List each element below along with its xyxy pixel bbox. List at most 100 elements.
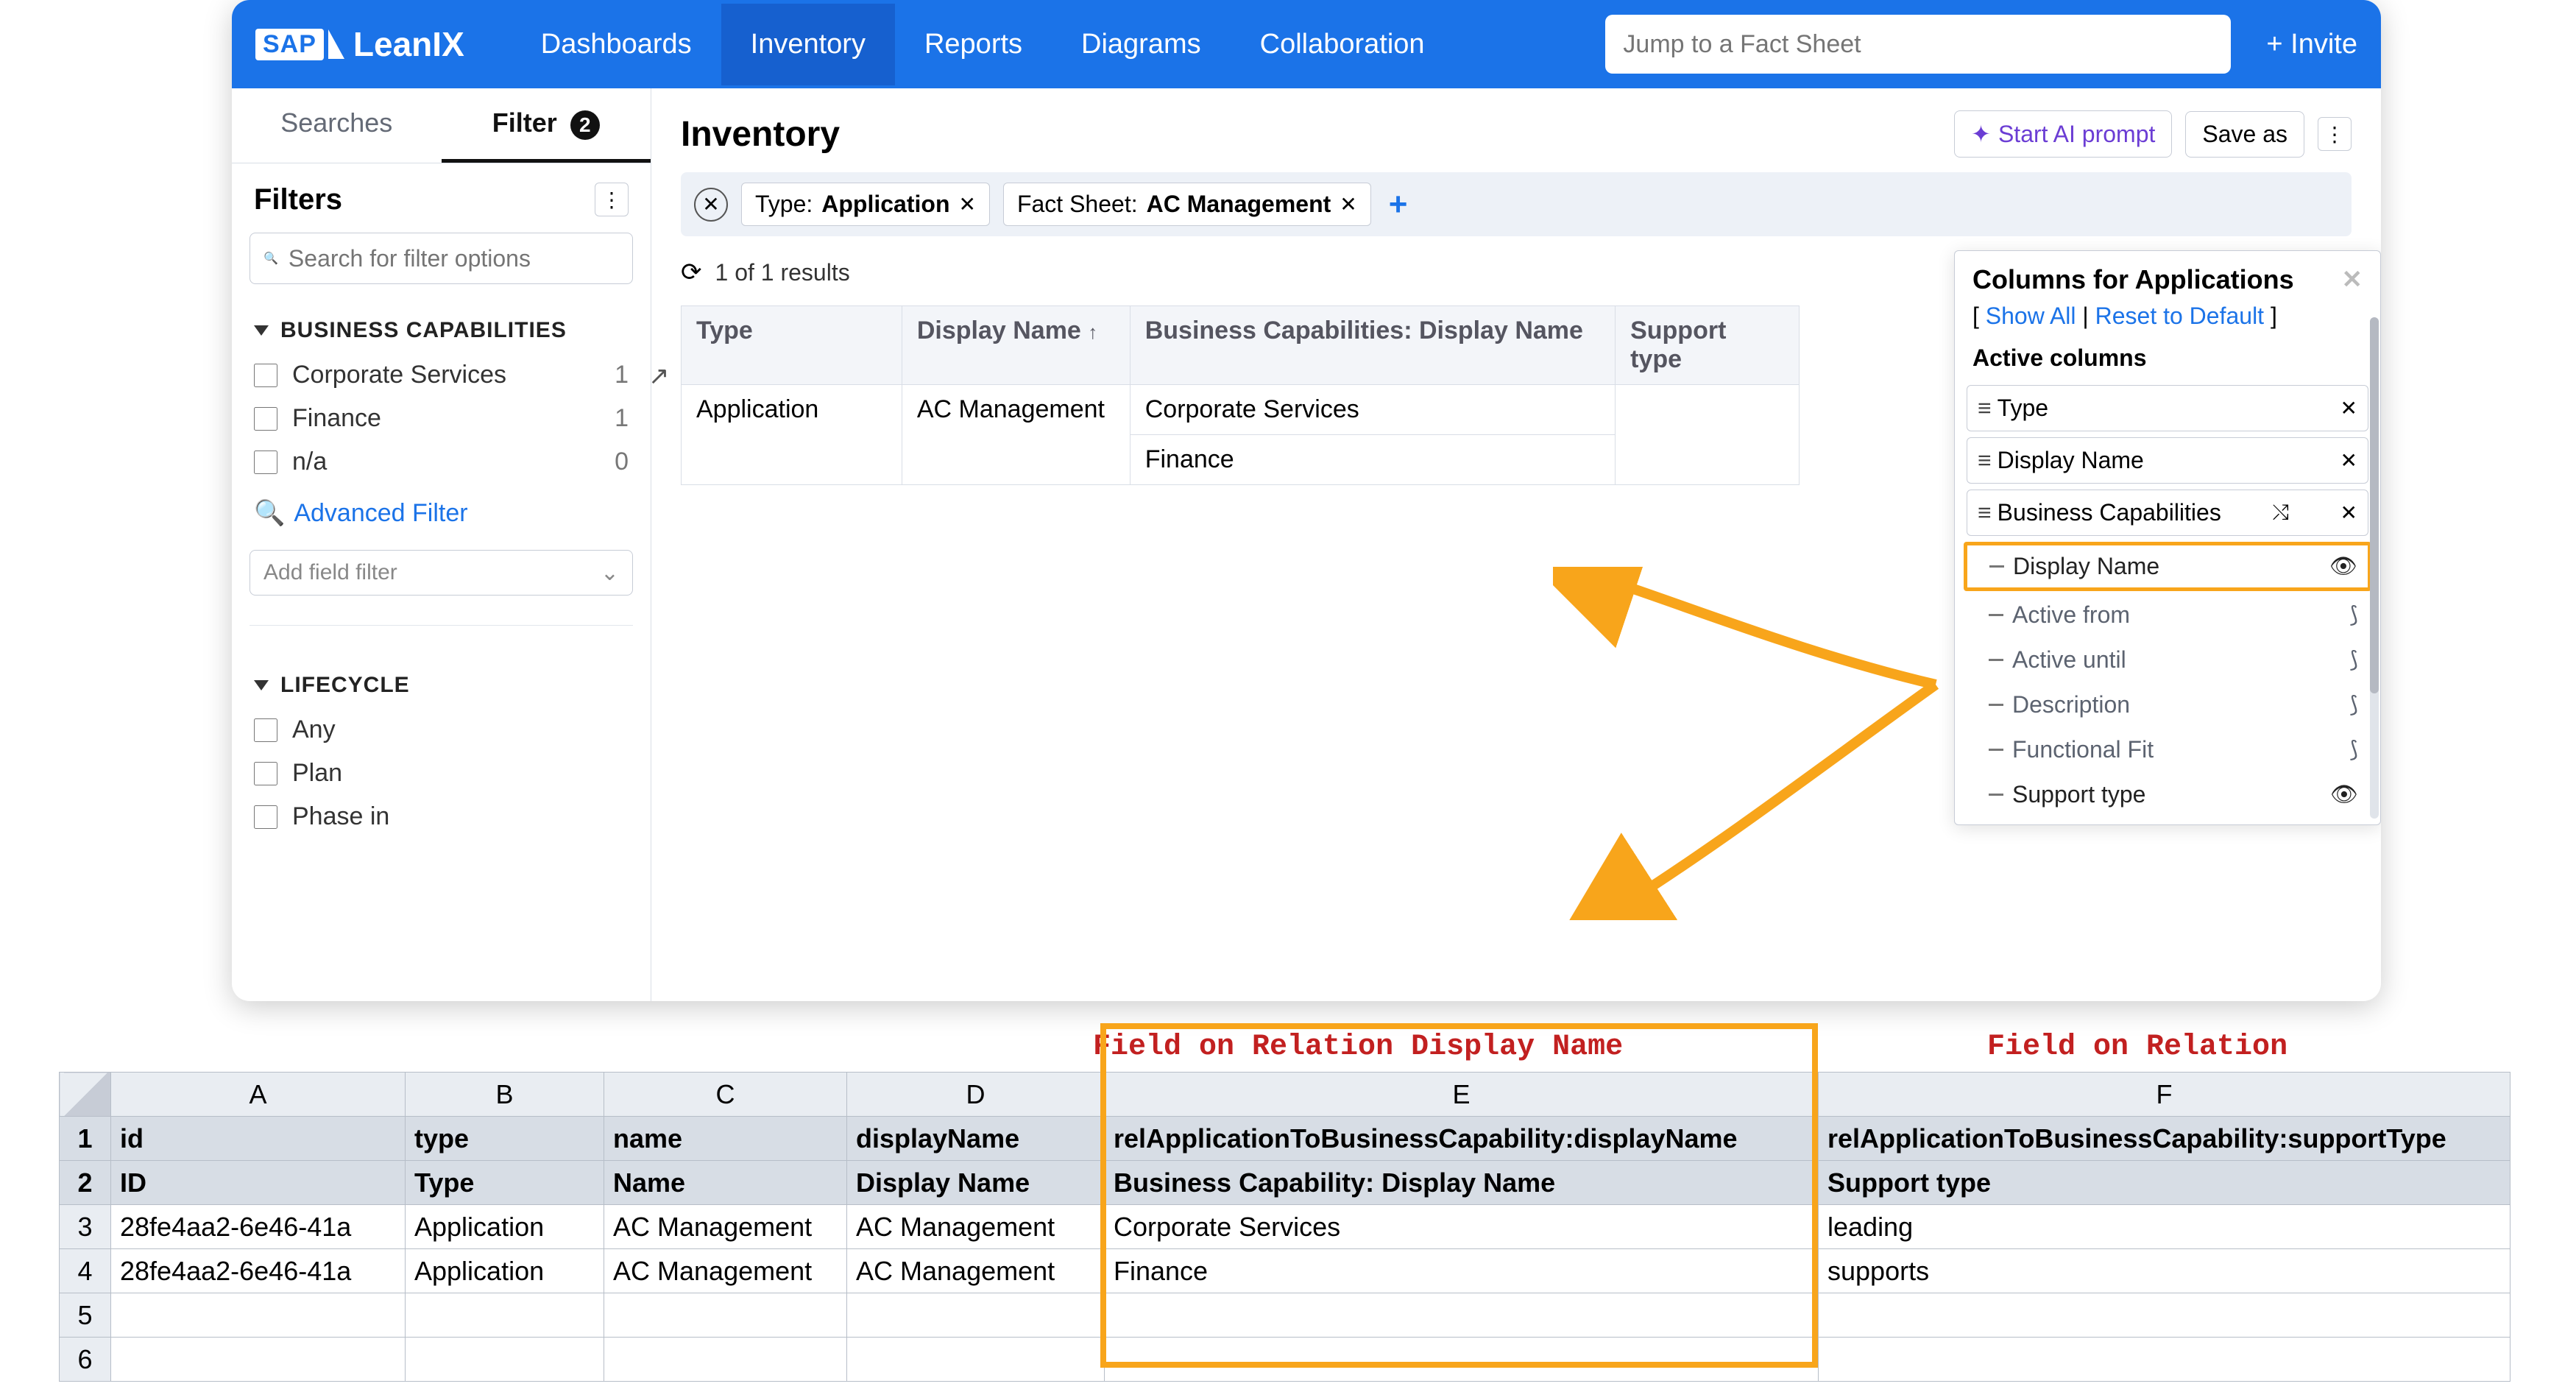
cell[interactable]: relApplicationToBusinessCapability:displ…: [1105, 1117, 1819, 1161]
col-item-display[interactable]: ≡ Display Name ✕: [1967, 437, 2368, 484]
cell[interactable]: [111, 1338, 406, 1382]
cell[interactable]: AC Management: [604, 1249, 847, 1293]
open-external-icon[interactable]: ↗: [651, 361, 670, 391]
tab-filter[interactable]: Filter 2: [442, 88, 651, 163]
cell[interactable]: Application: [406, 1205, 604, 1249]
rowhead-4[interactable]: 4: [60, 1249, 111, 1293]
cell[interactable]: AC Management: [847, 1249, 1105, 1293]
clear-filters-button[interactable]: ✕: [694, 188, 728, 222]
rowhead-2[interactable]: 2: [60, 1161, 111, 1205]
nav-reports[interactable]: Reports: [895, 4, 1052, 85]
reset-link[interactable]: Reset to Default: [2095, 303, 2264, 329]
table-row[interactable]: Application AC Management Corporate Serv…: [682, 385, 1800, 435]
cell[interactable]: Application: [406, 1249, 604, 1293]
col-item-type[interactable]: ≡ Type ✕: [1967, 385, 2368, 431]
cell[interactable]: [847, 1293, 1105, 1338]
cell[interactable]: Finance: [1105, 1249, 1819, 1293]
col-sub-active-from[interactable]: Active from ⟆: [1967, 594, 2368, 636]
cell[interactable]: id: [111, 1117, 406, 1161]
show-all-link[interactable]: Show All: [1986, 303, 2076, 329]
cell[interactable]: Display Name: [847, 1161, 1105, 1205]
colhead-c[interactable]: C: [604, 1073, 847, 1117]
lc-any[interactable]: Any: [232, 708, 651, 752]
bc-na[interactable]: n/a 0: [232, 440, 651, 484]
remove-icon[interactable]: ✕: [2340, 501, 2357, 525]
col-sub-display-name[interactable]: Display Name 👁: [1964, 542, 2371, 591]
filters-menu-button[interactable]: ⋮: [595, 183, 629, 216]
colhead-b[interactable]: B: [406, 1073, 604, 1117]
scroll-thumb[interactable]: [2370, 317, 2379, 693]
colhead-d[interactable]: D: [847, 1073, 1105, 1117]
cell[interactable]: 28fe4aa2-6e46-41a: [111, 1205, 406, 1249]
checkbox[interactable]: [254, 805, 277, 829]
global-search-input[interactable]: [1623, 30, 2213, 59]
cell[interactable]: AC Management: [604, 1205, 847, 1249]
rowhead-5[interactable]: 5: [60, 1293, 111, 1338]
colhead-e[interactable]: E: [1105, 1073, 1819, 1117]
col-item-bc-group[interactable]: ≡ Business Capabilities ⤭ ✕: [1967, 490, 2368, 536]
lc-phase-in[interactable]: Phase in: [232, 795, 651, 838]
col-bc[interactable]: Business Capabilities: Display Name: [1130, 306, 1615, 385]
eye-off-icon[interactable]: ⟆: [2349, 602, 2358, 628]
drag-icon[interactable]: ≡: [1978, 447, 1989, 474]
checkbox[interactable]: [254, 364, 277, 387]
col-sub-description[interactable]: Description ⟆: [1967, 684, 2368, 726]
cell[interactable]: [1105, 1338, 1819, 1382]
advanced-filter-link[interactable]: 🔍 Advanced Filter: [232, 484, 651, 543]
drag-icon[interactable]: ≡: [1978, 499, 1989, 526]
cell[interactable]: name: [604, 1117, 847, 1161]
rowhead-1[interactable]: 1: [60, 1117, 111, 1161]
nav-dashboards[interactable]: Dashboards: [512, 4, 721, 85]
lc-plan[interactable]: Plan: [232, 752, 651, 795]
chip-remove-icon[interactable]: ✕: [1340, 192, 1356, 216]
cell[interactable]: [1819, 1293, 2510, 1338]
colhead-f[interactable]: F: [1819, 1073, 2510, 1117]
cell[interactable]: Business Capability: Display Name: [1105, 1161, 1819, 1205]
cell[interactable]: [604, 1338, 847, 1382]
add-field-filter[interactable]: Add field filter ⌄: [250, 550, 633, 596]
cell[interactable]: Type: [406, 1161, 604, 1205]
checkbox[interactable]: [254, 407, 277, 431]
hide-icon[interactable]: ⤭: [2272, 501, 2288, 525]
eye-off-icon[interactable]: ⟆: [2349, 647, 2358, 673]
filter-search-input[interactable]: [289, 245, 619, 272]
nav-inventory[interactable]: Inventory: [721, 4, 895, 85]
bc-corporate-services[interactable]: Corporate Services 1: [232, 353, 651, 397]
save-as-button[interactable]: Save as: [2185, 111, 2304, 158]
checkbox[interactable]: [254, 718, 277, 742]
cell[interactable]: relApplicationToBusinessCapability:suppo…: [1819, 1117, 2510, 1161]
cell[interactable]: Name: [604, 1161, 847, 1205]
cell[interactable]: 28fe4aa2-6e46-41a: [111, 1249, 406, 1293]
cell[interactable]: [111, 1293, 406, 1338]
eye-icon[interactable]: 👁: [2330, 782, 2358, 808]
global-search[interactable]: [1605, 15, 2231, 74]
cell[interactable]: leading: [1819, 1205, 2510, 1249]
nav-collaboration[interactable]: Collaboration: [1231, 4, 1454, 85]
panel-scrollbar[interactable]: [2370, 317, 2379, 819]
eye-off-icon[interactable]: ⟆: [2349, 737, 2358, 763]
cell[interactable]: AC Management: [847, 1205, 1105, 1249]
group-business-capabilities[interactable]: BUSINESS CAPABILITIES: [232, 293, 651, 353]
add-filter-button[interactable]: +: [1389, 186, 1408, 223]
cell[interactable]: Support type: [1819, 1161, 2510, 1205]
chip-factsheet[interactable]: Fact Sheet: AC Management ✕: [1003, 183, 1371, 226]
bc-finance[interactable]: Finance 1: [232, 397, 651, 440]
cell[interactable]: displayName: [847, 1117, 1105, 1161]
cell[interactable]: supports: [1819, 1249, 2510, 1293]
cell[interactable]: [1819, 1338, 2510, 1382]
col-sub-functional-fit[interactable]: Functional Fit ⟆: [1967, 729, 2368, 771]
col-sub-active-until[interactable]: Active until ⟆: [1967, 639, 2368, 681]
cell[interactable]: type: [406, 1117, 604, 1161]
cell[interactable]: [1105, 1293, 1819, 1338]
checkbox[interactable]: [254, 451, 277, 474]
checkbox[interactable]: [254, 762, 277, 785]
nav-diagrams[interactable]: Diagrams: [1052, 4, 1231, 85]
cell[interactable]: [406, 1293, 604, 1338]
start-ai-prompt-button[interactable]: ✦ Start AI prompt: [1954, 110, 2172, 158]
col-type[interactable]: Type: [682, 306, 902, 385]
group-lifecycle[interactable]: LIFECYCLE: [232, 648, 651, 708]
eye-off-icon[interactable]: ⟆: [2349, 692, 2358, 718]
invite-button[interactable]: + Invite: [2266, 29, 2357, 60]
chip-type[interactable]: Type: Application ✕: [741, 183, 990, 226]
chip-remove-icon[interactable]: ✕: [958, 192, 975, 216]
